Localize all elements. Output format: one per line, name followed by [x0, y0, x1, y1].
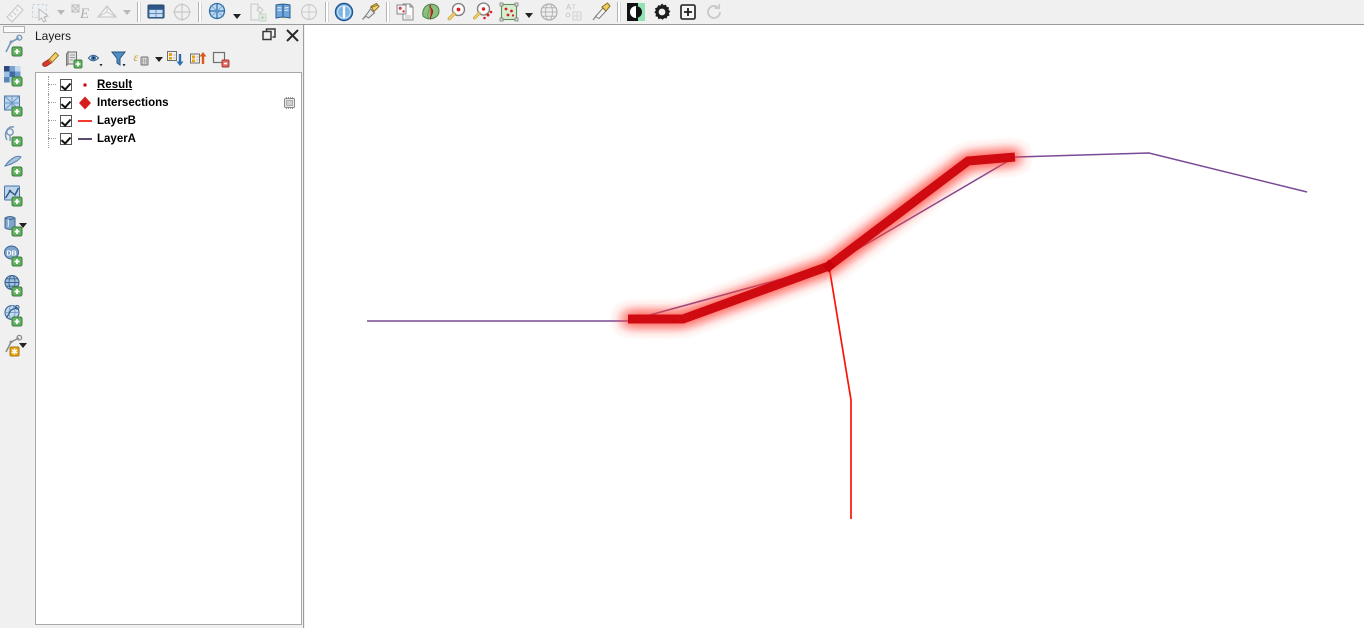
result-highlight-line — [628, 152, 1016, 324]
add-group-icon[interactable] — [62, 48, 84, 70]
measure-line-icon[interactable] — [2, 0, 28, 24]
add-mssql-dropdown-icon[interactable] — [19, 223, 27, 228]
zoom-dropdown-icon[interactable] — [522, 0, 536, 24]
highlight-pinned-labels-icon[interactable] — [588, 0, 614, 24]
collapse-all-icon[interactable] — [187, 48, 209, 70]
layer-b-line — [828, 265, 852, 519]
expand-all-icon[interactable] — [164, 48, 186, 70]
svg-text:ε: ε — [133, 50, 138, 64]
remove-layer-group-icon[interactable] — [210, 48, 232, 70]
select-by-form-icon[interactable] — [94, 0, 120, 24]
tree-branch — [48, 112, 58, 130]
main-toolbar: E A T — [0, 0, 1364, 25]
options-gear-icon[interactable] — [649, 0, 675, 24]
layer-name[interactable]: LayerB — [97, 115, 136, 127]
add-mesh-layer-icon[interactable] — [1, 92, 27, 118]
add-spatialite-layer-icon[interactable] — [1, 152, 27, 178]
style-manager-icon[interactable] — [418, 0, 444, 24]
new-shapefile-layer-icon[interactable] — [244, 0, 270, 24]
zoom-full-icon[interactable] — [204, 0, 230, 24]
toolbar-separator — [322, 1, 331, 23]
toolbar-separator — [134, 1, 143, 23]
select-features-dropdown-icon[interactable] — [54, 0, 68, 24]
add-raster-layer-icon[interactable] — [1, 62, 27, 88]
show-map-tips-icon[interactable] — [270, 0, 296, 24]
new-print-layout-icon[interactable] — [392, 0, 418, 24]
zoom-full-dropdown-icon[interactable] — [230, 0, 244, 24]
layer-symbol-line-red — [77, 114, 93, 128]
layers-panel-toolbar: ε — [31, 47, 304, 71]
tree-branch — [48, 94, 58, 112]
manage-layers-toolbar: DB — [0, 25, 30, 628]
tree-branch — [48, 76, 58, 94]
filter-legend-dropdown-icon[interactable] — [155, 56, 163, 62]
open-attribute-table-icon[interactable] — [143, 0, 169, 24]
layer-row[interactable]: Intersections — [36, 94, 301, 112]
filter-legend-by-expression-icon[interactable]: ε — [131, 48, 153, 70]
layers-panel-titlebar: Layers — [31, 25, 304, 47]
select-by-form-dropdown-icon[interactable] — [120, 0, 134, 24]
undock-panel-button[interactable] — [262, 28, 277, 43]
new-scratch-layer-dropdown-icon[interactable] — [19, 343, 27, 348]
add-wms-layer-icon[interactable] — [1, 272, 27, 298]
layer-row[interactable]: LayerA — [36, 130, 301, 148]
select-by-expression-icon[interactable]: E — [68, 0, 94, 24]
add-db2-layer-icon[interactable]: DB — [1, 242, 27, 268]
pan-map-to-selection-icon[interactable] — [169, 0, 195, 24]
toolbar-separator — [383, 1, 392, 23]
map-render-surface — [367, 151, 1308, 519]
contrast-toggle-icon[interactable] — [623, 0, 649, 24]
layer-symbol-point-small-red — [77, 78, 93, 92]
memory-layer-icon[interactable] — [282, 96, 297, 110]
manage-map-themes-icon[interactable] — [85, 48, 107, 70]
layer-name[interactable]: Result — [97, 79, 132, 91]
add-wfs-layer-icon[interactable] — [1, 302, 27, 328]
open-layer-styling-panel-icon[interactable] — [39, 48, 61, 70]
map-canvas[interactable] — [305, 25, 1364, 628]
close-panel-button[interactable] — [285, 28, 300, 43]
layer-visibility-checkbox[interactable] — [60, 79, 72, 91]
layer-name[interactable]: Intersections — [97, 97, 169, 109]
measure-tool-icon[interactable] — [357, 0, 383, 24]
globe-projection-icon[interactable] — [536, 0, 562, 24]
filter-legend-icon[interactable] — [108, 48, 130, 70]
toolbar-separator — [195, 1, 204, 23]
result-highlight-glow — [622, 151, 1021, 325]
layer-visibility-checkbox[interactable] — [60, 97, 72, 109]
layer-visibility-checkbox[interactable] — [60, 115, 72, 127]
svg-text:E: E — [79, 6, 89, 22]
zoom-to-selection-icon[interactable] — [470, 0, 496, 24]
layer-visibility-checkbox[interactable] — [60, 133, 72, 145]
layer-name[interactable]: LayerA — [97, 133, 136, 145]
layers-tree[interactable]: Result Intersections LayerB LayerA — [35, 72, 302, 625]
add-vector-layer-icon[interactable] — [1, 32, 27, 58]
layer-symbol-diamond-red — [77, 96, 93, 110]
layers-panel-title: Layers — [35, 29, 72, 43]
toolbar-separator — [614, 1, 623, 23]
svg-text:DB: DB — [7, 251, 17, 258]
add-delimited-text-layer-icon[interactable] — [1, 122, 27, 148]
layer-row[interactable]: Result — [36, 76, 301, 94]
refresh-icon[interactable] — [701, 0, 727, 24]
svg-text:T: T — [572, 5, 576, 11]
qgis-main-window: E A T DB Layers ε Result Intersections L… — [0, 0, 1364, 628]
add-postgis-layer-icon[interactable] — [1, 182, 27, 208]
identify-features-icon[interactable] — [331, 0, 357, 24]
layer-row[interactable]: LayerB — [36, 112, 301, 130]
layer-a-line — [367, 152, 1308, 322]
deselect-features-icon[interactable] — [296, 0, 322, 24]
zoom-layer-extent-icon[interactable] — [496, 0, 522, 24]
label-settings-icon[interactable]: A T — [562, 0, 588, 24]
add-plus-icon[interactable] — [675, 0, 701, 24]
tree-branch — [48, 130, 58, 148]
select-features-icon[interactable] — [28, 0, 54, 24]
layers-panel: Layers ε Result Intersections LayerB Lay… — [31, 25, 304, 628]
layer-symbol-line-purple — [77, 132, 93, 146]
zoom-in-icon[interactable] — [444, 0, 470, 24]
